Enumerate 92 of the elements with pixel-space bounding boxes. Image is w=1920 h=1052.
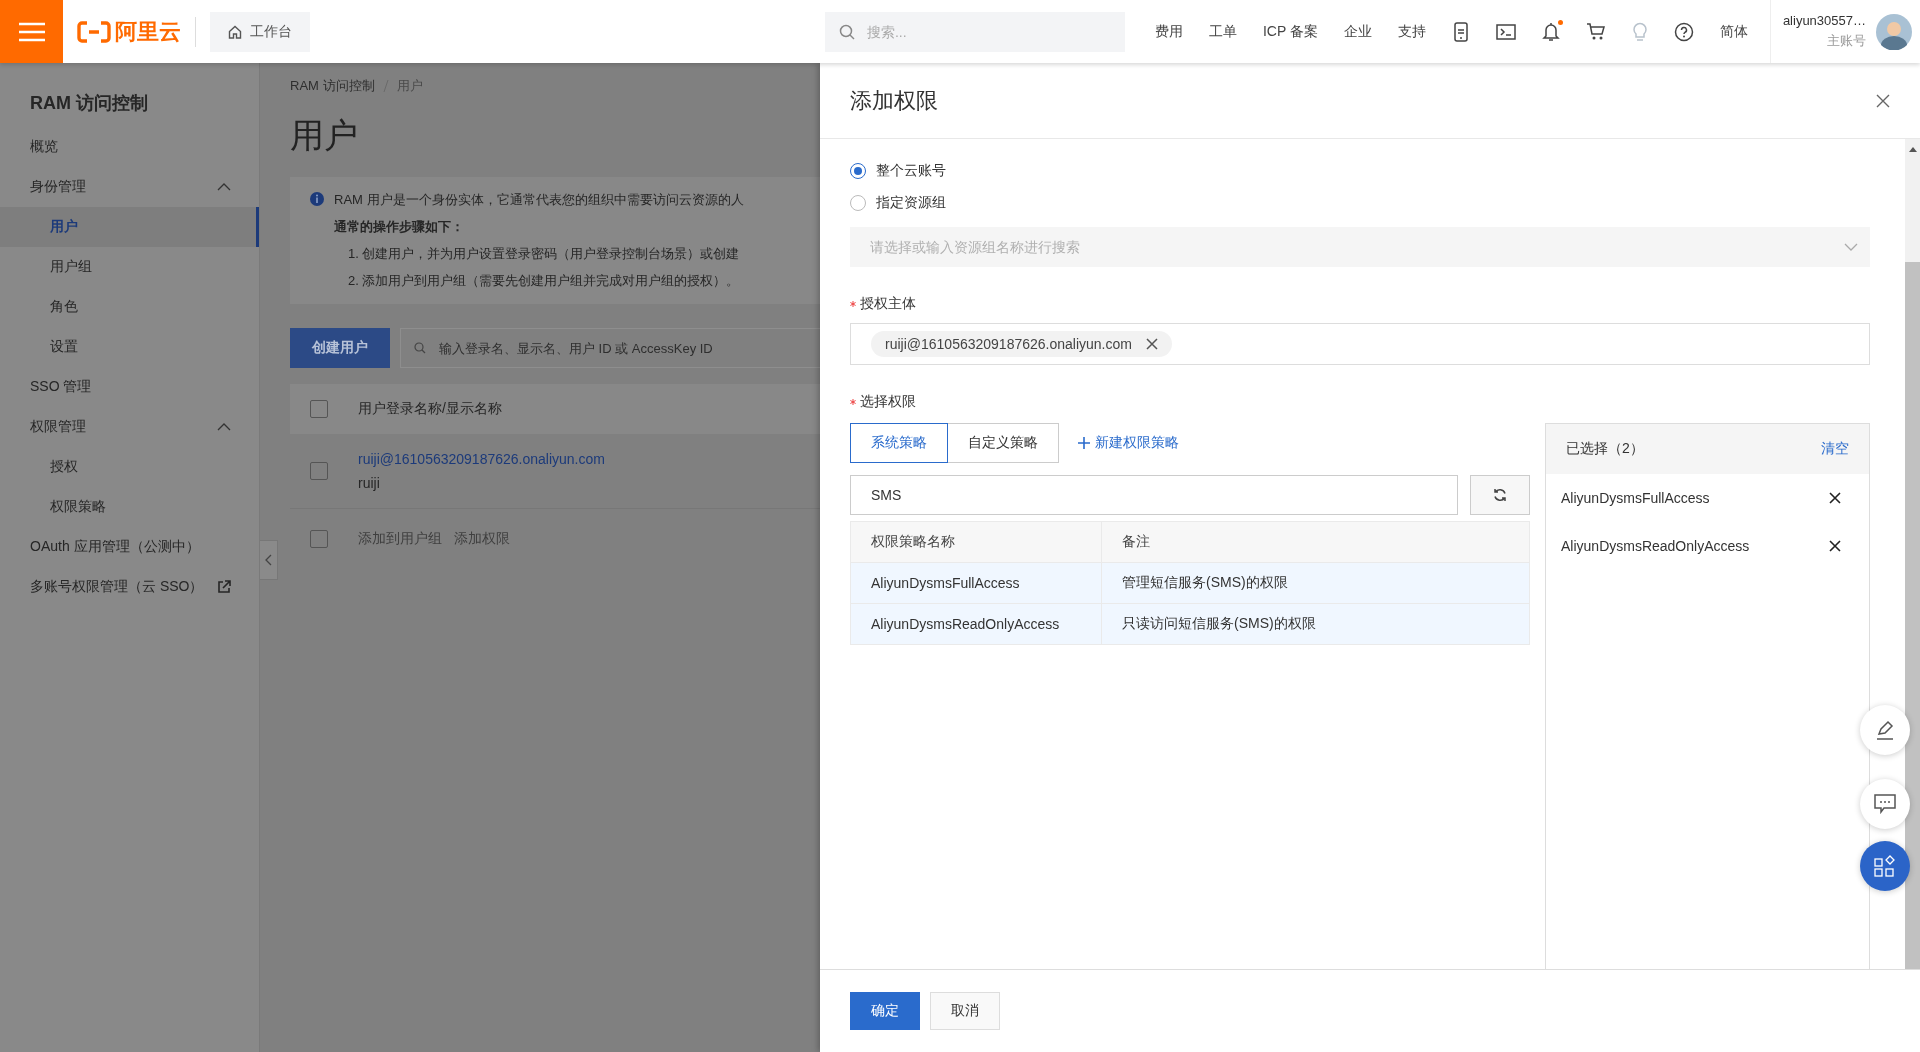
refresh-button[interactable] [1470, 475, 1530, 515]
nav-link[interactable]: 费用 [1154, 22, 1183, 41]
policy-tab[interactable]: 自定义策略 [947, 423, 1059, 463]
info-step: 2. 添加用户到用户组（需要先创建用户组并完成对用户组的授权）。 [334, 272, 744, 290]
sidebar-item[interactable]: 角色 [0, 287, 259, 327]
policy-note-cell: 只读访问短信服务(SMS)的权限 [1101, 603, 1530, 645]
nav-link[interactable]: 工单 [1208, 22, 1237, 41]
chevron-left-icon [265, 554, 272, 566]
bell-icon[interactable] [1541, 21, 1560, 42]
info-step: 1. 创建用户，并为用户设置登录密码（用户登录控制台场景）或创建 [334, 245, 744, 263]
scrollbar[interactable] [1905, 139, 1920, 969]
remove-icon[interactable] [1145, 338, 1158, 350]
search-field[interactable]: 输入登录名、显示名、用户 ID 或 AccessKey ID [400, 328, 820, 368]
radio-option[interactable]: 整个云账号 [850, 155, 1870, 187]
close-icon [1876, 93, 1890, 108]
logo-text: 阿里云 [115, 17, 181, 46]
sidebar-item[interactable]: 权限策略 [0, 487, 259, 527]
home-icon [228, 24, 242, 39]
policy-name-cell[interactable]: AliyunDysmsReadOnlyAccess [850, 603, 1102, 645]
close-button[interactable] [1876, 93, 1890, 108]
selected-policy: AliyunDysmsFullAccess [1561, 490, 1710, 506]
bracket-logo-icon [77, 20, 111, 43]
policy-search-field[interactable]: SMS [850, 475, 1458, 515]
account-name[interactable]: aliyun30557… [1782, 13, 1866, 28]
scroll-up-icon [1908, 147, 1917, 152]
selected-policy: AliyunDysmsReadOnlyAccess [1561, 538, 1750, 554]
plus-icon [1078, 437, 1090, 449]
menu-icon [18, 21, 45, 42]
confirm-button[interactable]: 确定 [850, 992, 920, 1030]
menu-button[interactable] [0, 0, 63, 63]
chevron-down-icon [1844, 243, 1858, 251]
sidebar-item[interactable]: 用户组 [0, 247, 259, 287]
pencil-icon [1874, 719, 1896, 741]
logo[interactable]: 阿里云 [77, 16, 181, 47]
sidebar-item[interactable]: 身份管理 [0, 167, 259, 207]
remove-icon[interactable] [1829, 540, 1841, 552]
info-heading: 通常的操作步骤如下： [334, 218, 465, 236]
chat-icon [1874, 794, 1896, 814]
new-policy-link[interactable]: 新建权限策略 [1078, 434, 1179, 452]
apps-icon [1874, 855, 1896, 877]
nav-link[interactable]: ICP 备案 [1262, 22, 1318, 41]
remove-icon[interactable] [1829, 492, 1841, 504]
external-link-icon [217, 580, 231, 594]
account-role: 主账号 [1827, 32, 1866, 50]
nav-link[interactable]: 支持 [1397, 22, 1426, 41]
search-field[interactable]: 搜索... [824, 11, 1125, 52]
sidebar-item[interactable]: 设置 [0, 327, 259, 367]
search-icon [838, 23, 855, 40]
phone-icon[interactable] [1451, 21, 1470, 42]
tag-text: ruiji@1610563209187626.onaliyun.com [885, 336, 1132, 352]
create-user-button[interactable]: 创建用户 [290, 328, 390, 368]
terminal-icon[interactable] [1495, 22, 1516, 41]
column-header: 用户登录名称/显示名称 [358, 400, 502, 418]
breadcrumb-item[interactable]: RAM 访问控制 [290, 77, 375, 95]
checkbox[interactable] [310, 530, 328, 548]
workbench-button[interactable]: 工作台 [210, 11, 310, 52]
clear-link[interactable]: 清空 [1821, 440, 1849, 458]
info-icon [310, 192, 324, 206]
sidebar-item[interactable]: 概览 [0, 127, 259, 167]
radio-option[interactable]: 指定资源组 [850, 187, 1870, 219]
chevron-up-icon[interactable] [217, 183, 231, 191]
help-icon[interactable] [1673, 21, 1694, 42]
chevron-up-icon[interactable] [217, 423, 231, 431]
checkbox[interactable] [310, 400, 328, 418]
refresh-icon [1493, 488, 1507, 502]
policy-tab[interactable]: 系统策略 [850, 423, 948, 463]
drawer-title: 添加权限 [850, 86, 938, 115]
display-name: ruiji [358, 475, 381, 491]
sidebar-item[interactable]: 多账号权限管理（云 SSO） [0, 567, 259, 607]
selected-title: 已选择（2） [1566, 440, 1644, 458]
avatar[interactable] [1876, 13, 1912, 50]
policy-name-cell[interactable]: AliyunDysmsFullAccess [850, 562, 1102, 604]
cart-icon[interactable] [1585, 21, 1606, 42]
sidebar-item[interactable]: SSO 管理 [0, 367, 259, 407]
field-label: 选择权限 [860, 393, 916, 411]
sidebar-title: RAM 访问控制 [30, 92, 148, 115]
column-header: 备注 [1101, 521, 1530, 563]
checkbox[interactable] [310, 462, 328, 480]
sidebar-item[interactable]: 授权 [0, 447, 259, 487]
sidebar-item[interactable]: OAuth 应用管理（公测中） [0, 527, 259, 567]
user-login-link[interactable]: ruiji@1610563209187626.onaliyun.com [358, 451, 605, 467]
column-header: 权限策略名称 [850, 521, 1102, 563]
field-label: 授权主体 [860, 295, 916, 313]
search-icon [414, 342, 426, 354]
nav-link[interactable]: 企业 [1343, 22, 1372, 41]
sidebar-item[interactable]: 权限管理 [0, 407, 259, 447]
cancel-button[interactable]: 取消 [930, 992, 1000, 1030]
language-link[interactable]: 简体 [1719, 22, 1748, 41]
page-title: 用户 [290, 115, 359, 156]
principal-field[interactable]: ruiji@1610563209187626.onaliyun.com [850, 323, 1870, 365]
sidebar-item[interactable]: 用户 [0, 207, 259, 247]
policy-note-cell: 管理短信服务(SMS)的权限 [1101, 562, 1530, 604]
